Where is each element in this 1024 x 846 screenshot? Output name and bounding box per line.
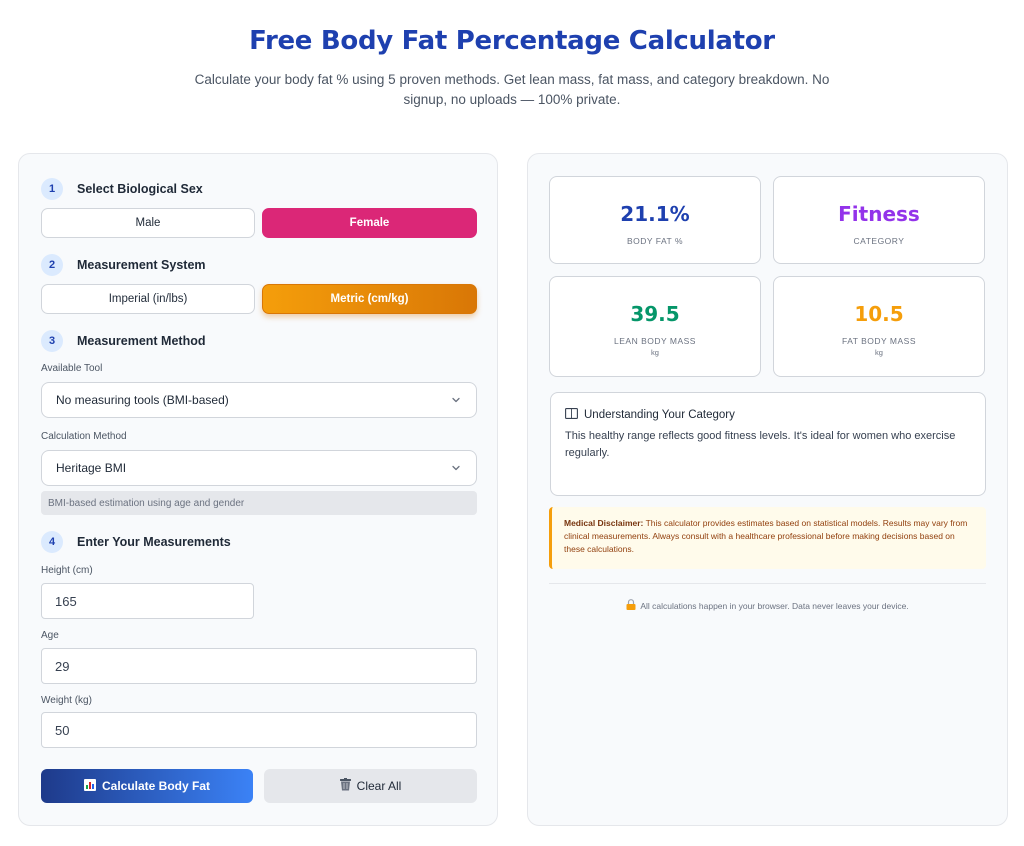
- method-hint: BMI-based estimation using age and gende…: [41, 491, 477, 515]
- fat-mass-unit: kg: [875, 348, 883, 357]
- disclaimer-label: Medical Disclaimer:: [564, 518, 644, 528]
- step-number: 4: [41, 531, 63, 553]
- lock-icon: [626, 599, 636, 612]
- body-fat-card: 21.1% BODY FAT %: [549, 176, 761, 264]
- step-sex: 1 Select Biological Sex: [41, 178, 203, 200]
- weight-label: Weight (kg): [41, 695, 92, 706]
- lean-mass-label: LEAN BODY MASS: [614, 336, 696, 346]
- step-method: 3 Measurement Method: [41, 330, 206, 352]
- privacy-note: All calculations happen in your browser.…: [549, 599, 986, 612]
- fat-mass-label: FAT BODY MASS: [841, 336, 917, 346]
- step-number: 2: [41, 254, 63, 276]
- step-label: Measurement Method: [77, 334, 206, 348]
- clear-all-button-label: Clear All: [356, 779, 402, 793]
- fat-mass-card: 10.5 FAT BODY MASS kg: [773, 276, 985, 377]
- category-info-heading: Understanding Your Category: [565, 408, 971, 422]
- step-number: 1: [41, 178, 63, 200]
- method-select-value: Heritage BMI: [56, 461, 127, 475]
- metric-button[interactable]: Metric (cm/kg): [262, 284, 477, 314]
- body-fat-label: BODY FAT %: [626, 236, 684, 246]
- step-system: 2 Measurement System: [41, 254, 206, 276]
- calculator-form-panel: 1 Select Biological Sex Male Female 2 Me…: [18, 153, 498, 826]
- medical-disclaimer: Medical Disclaimer: This calculator prov…: [549, 507, 986, 569]
- calculate-button[interactable]: Calculate Body Fat: [41, 769, 253, 803]
- trash-icon: [339, 778, 351, 794]
- divider: [549, 583, 986, 584]
- fat-mass-value: 10.5: [854, 302, 904, 326]
- height-label: Height (cm): [41, 565, 93, 576]
- privacy-text: All calculations happen in your browser.…: [640, 600, 909, 611]
- clear-all-button[interactable]: Clear All: [264, 769, 477, 803]
- category-info-text: This healthy range reflects good fitness…: [565, 430, 956, 459]
- step-number: 3: [41, 330, 63, 352]
- category-card: Fitness CATEGORY: [773, 176, 985, 264]
- chevron-down-icon: [450, 462, 462, 474]
- weight-input[interactable]: 50: [41, 712, 477, 748]
- age-label: Age: [41, 630, 59, 641]
- imperial-button[interactable]: Imperial (in/lbs): [41, 284, 255, 314]
- step-label: Enter Your Measurements: [77, 535, 231, 549]
- results-panel: 21.1% BODY FAT % Fitness CATEGORY 39.5 L…: [527, 153, 1008, 826]
- chart-icon: [83, 778, 96, 794]
- chevron-down-icon: [450, 394, 462, 406]
- lean-mass-value: 39.5: [630, 302, 680, 326]
- category-info-title: Understanding Your Category: [584, 409, 735, 421]
- calculate-button-label: Calculate Body Fat: [101, 779, 211, 793]
- age-input[interactable]: 29: [41, 648, 477, 684]
- height-input[interactable]: 165: [41, 583, 254, 619]
- page-subtitle: Calculate your body fat % using 5 proven…: [194, 72, 830, 107]
- book-icon: [565, 408, 578, 422]
- body-fat-value: 21.1%: [620, 202, 690, 226]
- tool-label: Available Tool: [41, 363, 103, 374]
- category-info-card: Understanding Your Category This healthy…: [550, 392, 986, 496]
- method-select[interactable]: Heritage BMI: [41, 450, 477, 486]
- page-title: Free Body Fat Percentage Calculator: [249, 26, 775, 56]
- lean-mass-card: 39.5 LEAN BODY MASS kg: [549, 276, 761, 377]
- step-measurements: 4 Enter Your Measurements: [41, 531, 231, 553]
- method-label: Calculation Method: [41, 431, 127, 442]
- tool-select-value: No measuring tools (BMI-based): [56, 393, 229, 407]
- category-value: Fitness: [838, 202, 920, 226]
- tool-select[interactable]: No measuring tools (BMI-based): [41, 382, 477, 418]
- category-label: CATEGORY: [853, 236, 905, 246]
- step-label: Select Biological Sex: [77, 182, 203, 196]
- male-button[interactable]: Male: [41, 208, 255, 238]
- step-label: Measurement System: [77, 258, 206, 272]
- female-button[interactable]: Female: [262, 208, 477, 238]
- lean-mass-unit: kg: [651, 348, 659, 357]
